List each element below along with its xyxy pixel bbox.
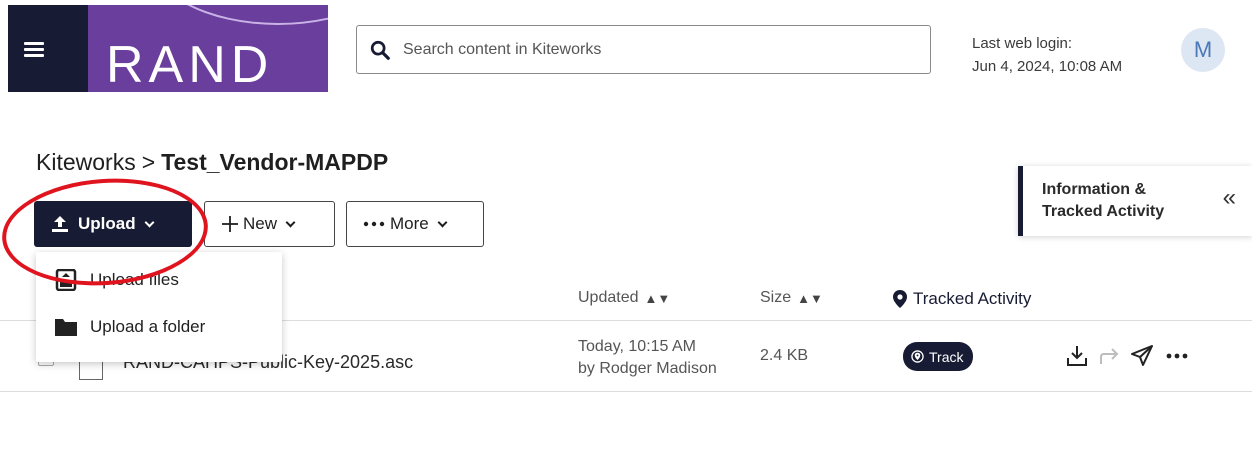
search-input[interactable] [403, 36, 903, 64]
sort-icon: ▲▼ [644, 290, 671, 306]
file-updated-by: by Rodger Madison [578, 360, 717, 377]
info-panel-label: Information & Tracked Activity [1042, 181, 1165, 220]
table-row-divider [0, 391, 1252, 392]
breadcrumb-root[interactable]: Kiteworks [36, 149, 136, 175]
new-button[interactable]: New [204, 201, 335, 247]
menu-item-upload-folder-label: Upload a folder [90, 317, 206, 336]
breadcrumb: Kiteworks > Test_Vendor-MAPDP [36, 149, 388, 176]
download-icon[interactable] [1065, 344, 1089, 368]
location-pin-icon [893, 290, 907, 308]
chevron-down-icon [437, 217, 448, 227]
share-icon[interactable] [1098, 344, 1122, 368]
upload-button-label: Upload [78, 214, 136, 233]
last-login-time: Jun 4, 2024, 10:08 AM [972, 58, 1123, 75]
track-button[interactable]: Track [903, 342, 974, 371]
column-header-size-label: Size [760, 289, 792, 306]
column-header-tracked-label: Tracked Activity [913, 289, 1032, 308]
folder-icon [55, 319, 77, 336]
menu-button[interactable] [8, 5, 88, 92]
column-header-size[interactable]: Size ▲▼ [760, 289, 823, 307]
search-icon [370, 40, 390, 60]
menu-icon-bar [24, 48, 44, 51]
track-button-label: Track [929, 348, 964, 365]
file-upload-icon [55, 269, 77, 291]
brand-logo[interactable]: RAND [88, 5, 328, 92]
menu-item-upload-folder[interactable]: Upload a folder [54, 312, 205, 342]
upload-button[interactable]: Upload [34, 201, 192, 247]
more-icon[interactable] [1165, 344, 1189, 368]
ellipsis-icon [363, 221, 385, 227]
send-icon[interactable] [1130, 344, 1154, 368]
chevron-down-icon [144, 217, 155, 227]
upload-menu: Upload files Upload a folder [36, 252, 282, 362]
menu-item-upload-files[interactable]: Upload files [54, 265, 179, 295]
info-panel-toggle[interactable]: Information & Tracked Activity « [1018, 166, 1252, 236]
breadcrumb-separator: > [141, 149, 156, 175]
last-login-label: Last web login: [972, 35, 1073, 52]
file-updated-time: Today, 10:15 AM [578, 338, 696, 355]
column-header-tracked: Tracked Activity [893, 289, 1031, 309]
chevron-down-icon [285, 217, 296, 227]
more-button[interactable]: More [346, 201, 484, 247]
menu-icon-bar [24, 54, 44, 57]
column-header-updated-label: Updated [578, 289, 639, 306]
new-button-label: New [243, 214, 278, 233]
location-pin-icon [911, 350, 924, 363]
sort-icon: ▲▼ [797, 290, 823, 306]
file-updated: Today, 10:15 AM by Rodger Madison [578, 336, 717, 380]
search-box[interactable] [356, 25, 931, 74]
plus-icon [222, 216, 238, 232]
upload-icon [52, 216, 68, 232]
more-button-label: More [390, 214, 429, 233]
menu-icon-bar [24, 42, 44, 45]
avatar[interactable]: M [1181, 28, 1225, 72]
logo-text: RAND [106, 36, 274, 92]
column-header-updated[interactable]: Updated ▲▼ [578, 289, 670, 307]
menu-item-upload-files-label: Upload files [90, 270, 179, 289]
page-title: Test_Vendor-MAPDP [161, 149, 389, 175]
double-chevron-left-icon[interactable]: « [1223, 184, 1236, 212]
last-login: Last web login: Jun 4, 2024, 10:08 AM [972, 32, 1122, 78]
logo-arc [148, 5, 328, 25]
file-size: 2.4 KB [760, 347, 809, 364]
